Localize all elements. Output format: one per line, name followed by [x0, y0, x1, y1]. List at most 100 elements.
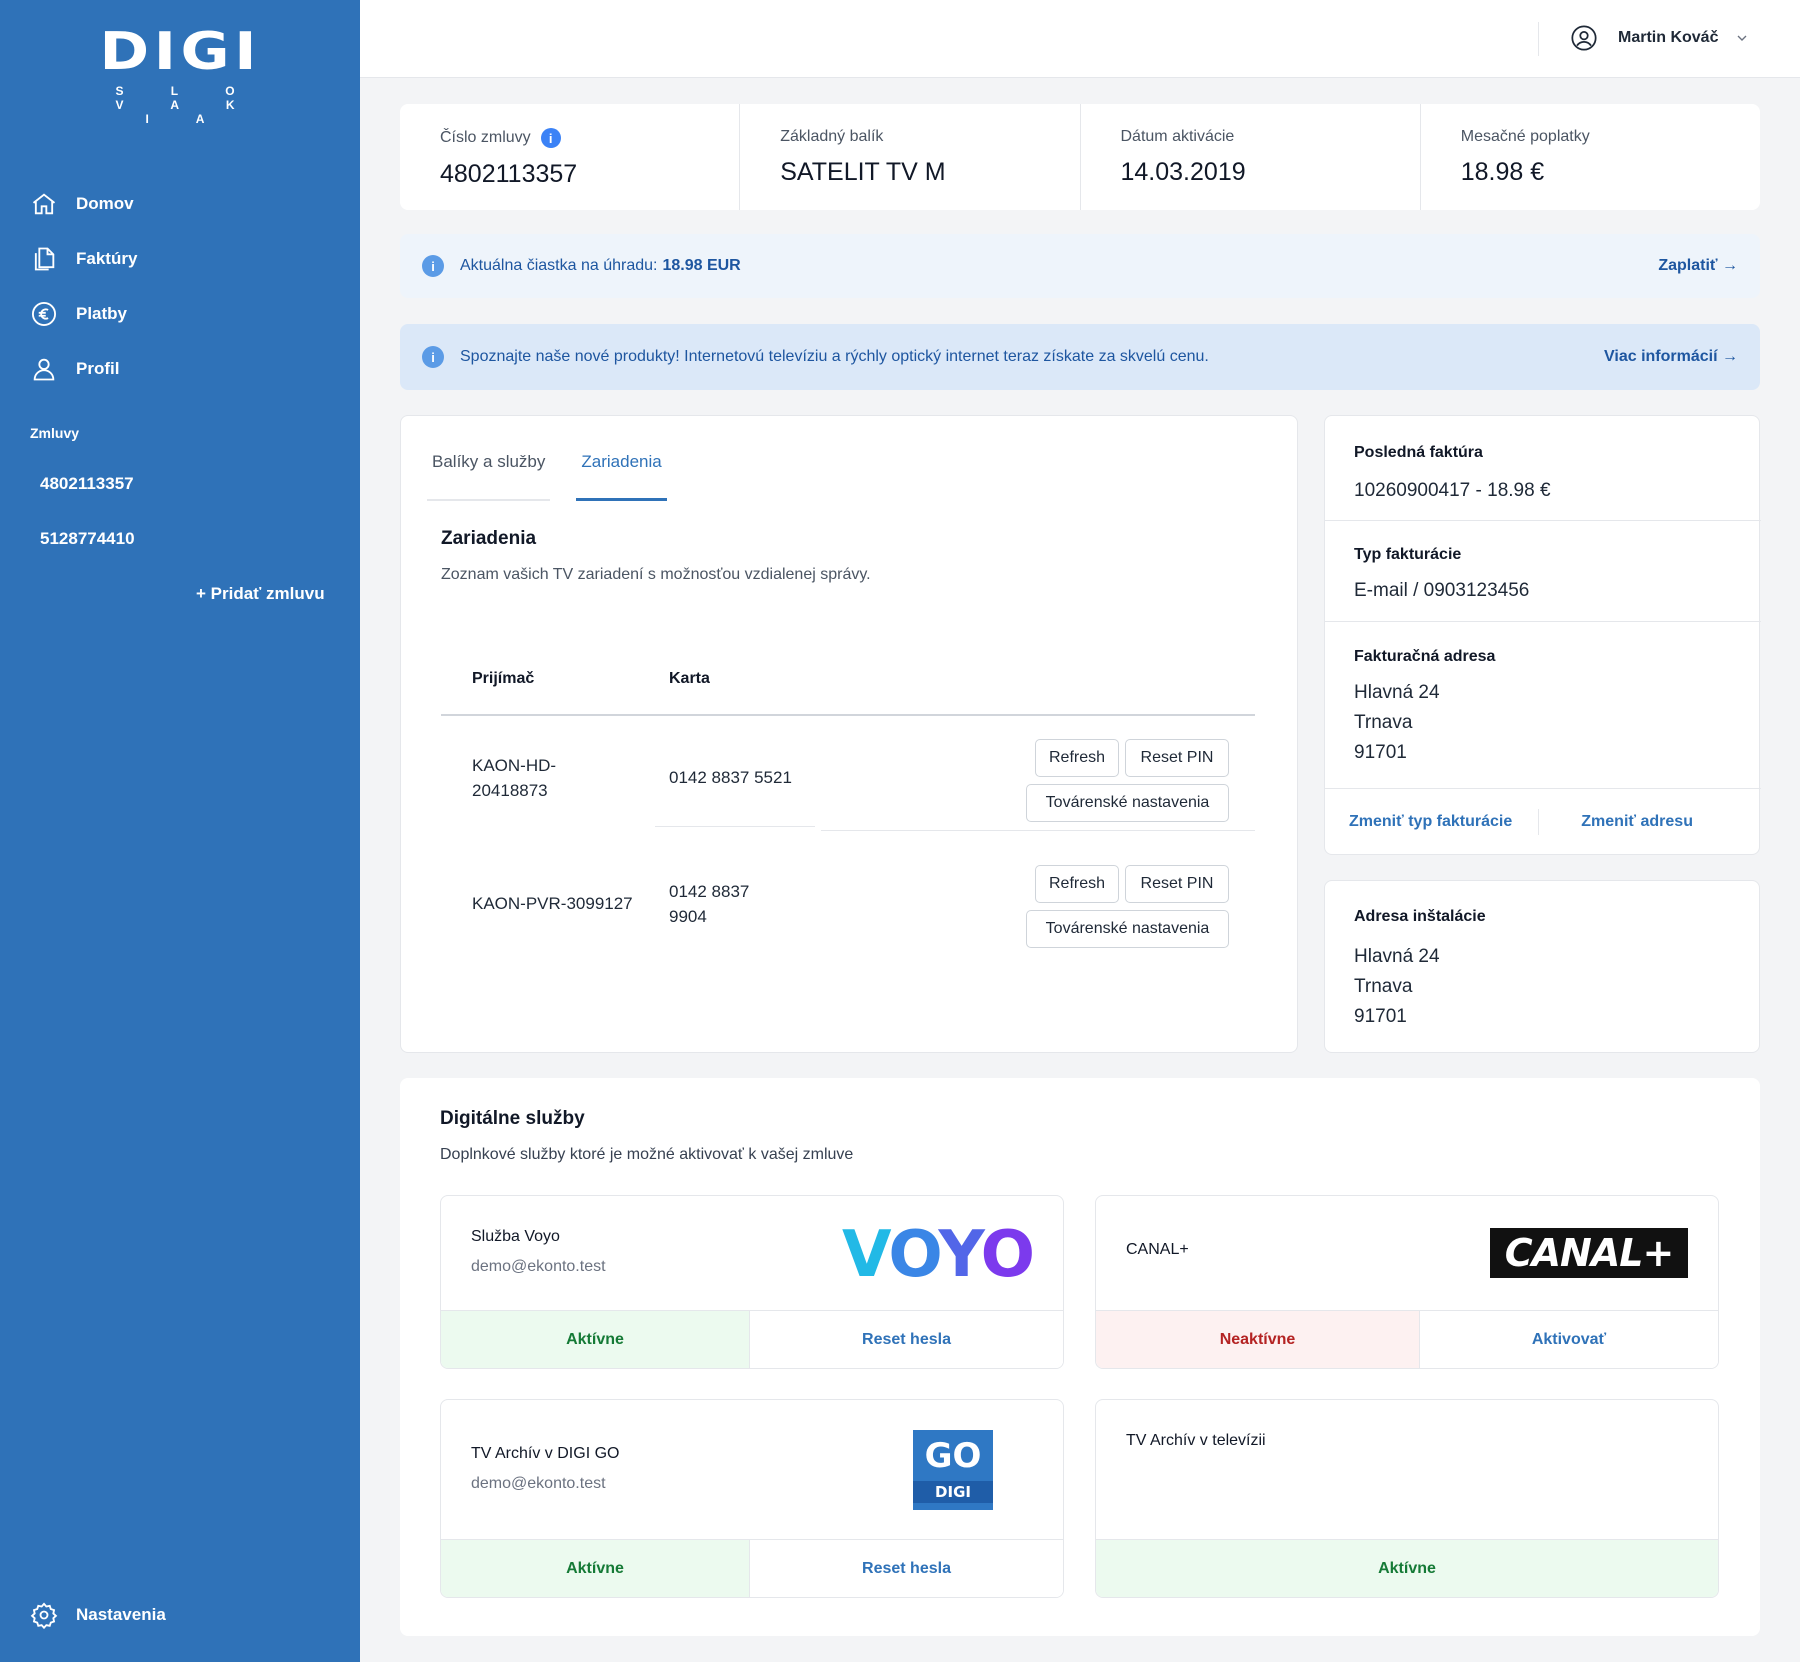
more-info-link[interactable]: Viac informácií →: [1604, 348, 1738, 366]
gear-icon: [30, 1602, 58, 1629]
main-nav: Domov Faktúry Platby Profil: [30, 176, 137, 396]
digital-services: Digitálne služby Doplnkové služby ktoré …: [400, 1078, 1760, 1636]
euro-icon: [31, 301, 57, 326]
divider: [1538, 809, 1540, 835]
service-footer: Neaktívne Aktivovať: [1096, 1310, 1718, 1368]
documents-icon: [34, 247, 55, 270]
service-card-tv-archive: TV Archív v televízii Aktívne: [1095, 1399, 1719, 1598]
billing-type-section: Typ fakturácie E-mail / 0903123456: [1325, 521, 1761, 622]
reset-pin-button[interactable]: Reset PIN: [1125, 865, 1229, 903]
billing-address-value: Hlavná 24 Trnava 91701: [1354, 678, 1761, 768]
service-footer: Aktívne Reset hesla: [441, 1310, 1063, 1368]
summary-fees-value: 18.98 €: [1460, 158, 1545, 186]
contract-summary: Číslo zmluvy i 4802113357 Základný balík…: [400, 104, 1760, 210]
info-icon: i: [422, 346, 444, 368]
address-line: 91701: [1354, 742, 1407, 763]
receiver-line: 20418873: [472, 781, 548, 800]
summary-package: Základný balík SATELIT TV M: [740, 104, 1081, 210]
add-contract-link[interactable]: + Pridať zmluvu: [196, 584, 325, 604]
receiver-cell: KAON-PVR-3099127: [472, 894, 633, 913]
topbar: Martin Kováč: [360, 0, 1800, 78]
summary-package-value: SATELIT TV M: [780, 158, 946, 186]
summary-contract-label: Číslo zmluvy: [440, 129, 531, 146]
user-circle-icon: [1571, 25, 1597, 51]
summary-contract-value: 4802113357: [440, 160, 578, 188]
user-menu[interactable]: Martin Kováč: [1570, 24, 1750, 52]
service-name: Služba Voyo: [471, 1228, 560, 1245]
info-icon[interactable]: i: [540, 128, 561, 148]
reset-password-button[interactable]: Reset hesla: [749, 1540, 1063, 1597]
status-badge: Aktívne: [1096, 1540, 1718, 1597]
tabs: Balíky a služby Zariadenia: [427, 416, 693, 501]
status-badge: Neaktívne: [1096, 1311, 1419, 1368]
install-address-card: Adresa inštalácie Hlavná 24 Trnava 91701: [1324, 880, 1760, 1053]
table-row: KAON-HD- 20418873 0142 8837 5521 Refresh…: [441, 739, 1255, 839]
row-divider: [655, 826, 815, 827]
address-line: 91701: [1354, 1006, 1407, 1027]
payment-alert: i Aktuálna čiastka na úhradu: 18.98 EUR …: [400, 234, 1760, 298]
digital-subtitle: Doplnkové služby ktoré je možné aktivova…: [440, 1146, 854, 1163]
devices-table-header: Prijímač Karta: [441, 656, 1255, 716]
logo-subtext: S L O V A K I A: [115, 84, 257, 126]
address-line: Hlavná 24: [1354, 946, 1440, 967]
sidebar-item-faktury[interactable]: Faktúry: [30, 231, 137, 286]
sidebar-item-domov[interactable]: Domov: [30, 176, 137, 231]
refresh-button[interactable]: Refresh: [1035, 865, 1119, 903]
canal-plus-logo: CANAL+: [1490, 1228, 1688, 1278]
address-line: Trnava: [1354, 712, 1413, 733]
summary-contract-label-row: Číslo zmluvy i: [440, 128, 699, 148]
sidebar-contract-2[interactable]: 5128774410: [40, 529, 135, 549]
activate-button[interactable]: Aktivovať: [1419, 1311, 1718, 1368]
sidebar-item-settings[interactable]: Nastavenia: [30, 1601, 166, 1629]
summary-activation: Dátum aktivácie 14.03.2019: [1081, 104, 1421, 210]
sidebar-item-platby[interactable]: Platby: [30, 286, 137, 341]
reset-password-button[interactable]: Reset hesla: [749, 1311, 1063, 1368]
tab-packages[interactable]: Balíky a služby: [427, 416, 551, 501]
last-invoice-label: Posledná faktúra: [1354, 444, 1483, 461]
pay-link[interactable]: Zaplatiť →: [1658, 257, 1738, 275]
install-address-label: Adresa inštalácie: [1354, 908, 1486, 925]
payment-alert-text: Aktuálna čiastka na úhradu:: [460, 257, 658, 274]
table-row: KAON-PVR-3099127 0142 8837 9904 Refresh …: [441, 865, 1255, 965]
card-cell: 0142 8837 9904: [669, 879, 749, 929]
tab-devices[interactable]: Zariadenia: [576, 416, 667, 501]
last-invoice-value[interactable]: 10260900417 - 18.98 €: [1354, 476, 1761, 506]
summary-contract: Číslo zmluvy i 4802113357: [400, 104, 741, 210]
promo-alert-text: Spoznajte naše nové produkty! Internetov…: [460, 348, 1209, 365]
sidebar-item-label: Domov: [76, 193, 134, 213]
logo-text: DIGI: [99, 22, 261, 82]
sidebar-item-profil[interactable]: Profil: [30, 341, 137, 396]
refresh-button[interactable]: Refresh: [1035, 739, 1119, 777]
service-footer: Aktívne: [1096, 1539, 1718, 1597]
billing-actions: Zmeniť typ fakturácie Zmeniť adresu: [1325, 789, 1761, 855]
home-icon: [32, 192, 56, 214]
summary-activation-label: Dátum aktivácie: [1120, 128, 1235, 145]
service-email: demo@ekonto.test: [471, 1475, 606, 1492]
status-badge: Aktívne: [441, 1540, 749, 1597]
card-line: 9904: [669, 907, 707, 926]
topbar-divider: [1538, 22, 1539, 56]
address-line: Trnava: [1354, 976, 1413, 997]
factory-reset-button[interactable]: Továrenské nastavenia: [1026, 784, 1229, 822]
digi-logo[interactable]: DIGI S L O V A K I A: [84, 22, 276, 126]
promo-alert: i Spoznajte naše nové produkty! Internet…: [400, 324, 1760, 390]
receiver-line: KAON-HD-: [472, 756, 557, 775]
summary-fees-label: Mesačné poplatky: [1460, 128, 1590, 145]
summary-fees: Mesačné poplatky 18.98 €: [1421, 104, 1760, 210]
change-billing-type-link[interactable]: Zmeniť typ fakturácie: [1349, 813, 1512, 831]
status-badge: Aktívne: [441, 1311, 749, 1368]
service-footer: Aktívne Reset hesla: [441, 1539, 1063, 1597]
change-address-link[interactable]: Zmeniť adresu: [1581, 813, 1693, 831]
settings-label: Nastavenia: [76, 1605, 166, 1624]
col-card: Karta: [669, 670, 710, 687]
factory-reset-button[interactable]: Továrenské nastavenia: [1026, 910, 1229, 948]
service-card-digi-go: TV Archív v DIGI GO demo@ekonto.test GO …: [440, 1399, 1064, 1598]
billing-type-value: E-mail / 0903123456: [1354, 580, 1530, 601]
billing-card: Posledná faktúra 10260900417 - 18.98 € T…: [1324, 415, 1761, 855]
sidebar-contract-1[interactable]: 4802113357: [40, 474, 134, 494]
digi-go-logo-bottom: DIGI: [913, 1481, 993, 1503]
reset-pin-button[interactable]: Reset PIN: [1125, 739, 1229, 777]
digi-go-logo-top: GO: [924, 1436, 982, 1476]
digi-go-logo: GO DIGI: [913, 1430, 993, 1510]
sidebar-item-label: Profil: [76, 358, 120, 378]
